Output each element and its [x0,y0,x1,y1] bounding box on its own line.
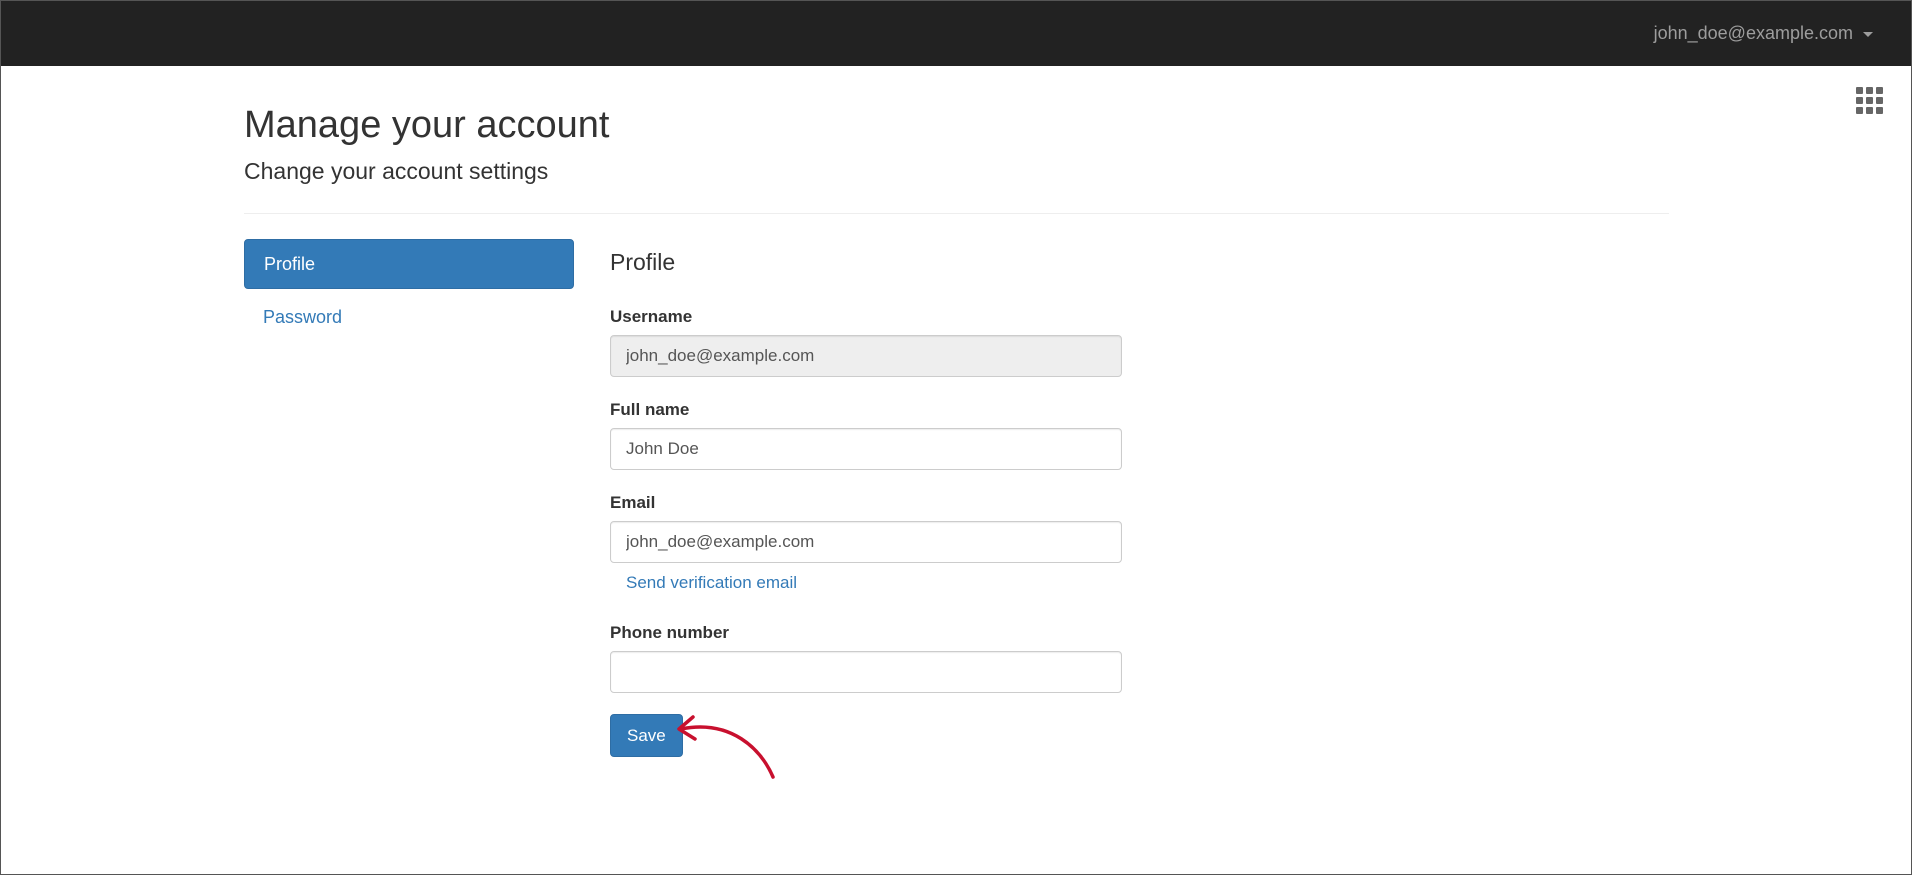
page-subtitle: Change your account settings [244,158,549,185]
account-sidebar: Profile Password [244,239,574,343]
email-label: Email [610,493,656,512]
email-group: Email Send verification email [610,493,1122,593]
section-title: Profile [610,249,676,275]
user-email-label: john_doe@example.com [1653,23,1853,43]
username-group: Username [610,307,1122,377]
caret-down-icon [1863,32,1873,37]
full-name-label: Full name [610,400,690,419]
profile-form: Profile Username Full name Email Send ve… [610,245,1122,757]
user-menu-dropdown[interactable]: john_doe@example.com [1654,1,1873,66]
full-name-field[interactable] [610,428,1122,470]
page-title: Manage your account [244,104,610,146]
username-label: Username [610,307,693,326]
email-field[interactable] [610,521,1122,563]
username-field[interactable] [610,335,1122,377]
phone-group: Phone number [610,623,1122,693]
top-navbar: john_doe@example.com [1,1,1911,66]
send-verification-email-link[interactable]: Send verification email [626,573,1122,593]
full-name-group: Full name [610,400,1122,470]
header-divider [244,213,1669,214]
sidebar-item-profile[interactable]: Profile [244,239,574,289]
phone-number-field[interactable] [610,651,1122,693]
annotation-arrow-icon [677,715,775,779]
browser-viewport: john_doe@example.com Manage your account… [0,0,1912,875]
phone-label: Phone number [610,623,730,642]
grid-apps-icon[interactable] [1856,87,1884,115]
page-header: Manage your account Change your account … [244,101,1669,185]
sidebar-item-password[interactable]: Password [244,293,574,343]
